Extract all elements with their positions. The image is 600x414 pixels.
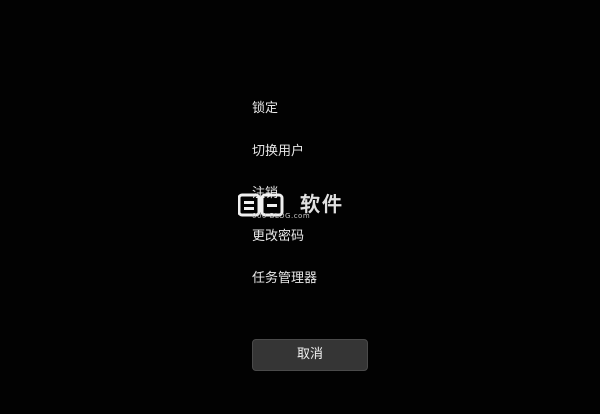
menu-item-change-password[interactable]: 更改密码	[252, 224, 452, 267]
menu-item-lock[interactable]: 锁定	[252, 96, 452, 139]
cancel-button[interactable]: 取消	[252, 339, 368, 371]
security-options-screen: 锁定 切换用户 注销 更改密码 任务管理器 取消 软件 000 BLOG.com	[0, 0, 600, 414]
menu-item-switch-user[interactable]: 切换用户	[252, 139, 452, 182]
watermark: 软件 000 BLOG.com	[238, 188, 368, 222]
menu-item-task-manager[interactable]: 任务管理器	[252, 266, 452, 309]
watermark-subtext: 000 BLOG.com	[252, 212, 311, 220]
